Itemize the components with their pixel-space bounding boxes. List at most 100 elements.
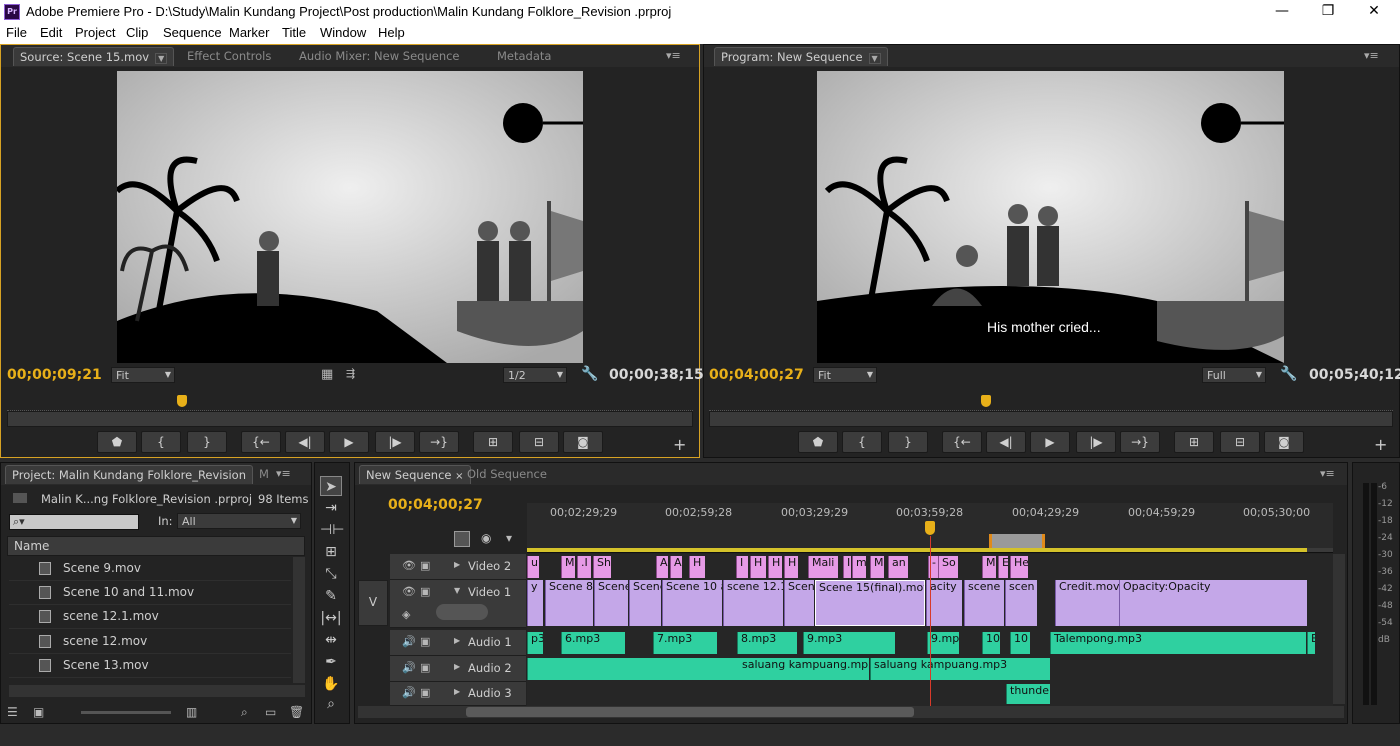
source-fit-dropdown[interactable]: Fit ▼ — [111, 367, 175, 383]
program-playhead[interactable] — [981, 395, 991, 407]
in-filter-dropdown[interactable]: All ▼ — [177, 513, 301, 529]
v2-clip[interactable]: an — [888, 556, 908, 578]
project-horizontal-scrollbar[interactable] — [9, 685, 305, 697]
zoom-tool-icon[interactable]: ⌕ — [320, 694, 342, 714]
a1-clip[interactable]: 6.mp3 — [561, 632, 625, 654]
v2-clip[interactable]: I — [736, 556, 748, 578]
add-button[interactable]: + — [1374, 435, 1387, 454]
play-button[interactable]: ▶ — [1030, 431, 1070, 453]
mark-in-button[interactable]: { — [842, 431, 882, 453]
selection-tool-icon[interactable]: ➤ — [320, 476, 342, 496]
timeline-playhead-handle[interactable] — [925, 521, 935, 535]
slide-tool-icon[interactable]: ⇹ — [320, 630, 342, 650]
v1-clip[interactable]: Scene — [629, 580, 661, 626]
tab-audio-mixer[interactable]: Audio Mixer: New Sequence — [293, 47, 466, 66]
safe-margins-icon[interactable]: ▦ — [321, 367, 333, 382]
program-fit-dropdown[interactable]: Fit ▼ — [813, 367, 877, 383]
expand-triangle-icon[interactable]: ▶ — [454, 560, 460, 569]
v2-clip[interactable]: I — [843, 556, 851, 578]
menu-edit[interactable]: Edit — [40, 25, 62, 40]
v1-opacity-label[interactable]: Opacity:Opacity — [1119, 580, 1307, 626]
menu-clip[interactable]: Clip — [126, 25, 148, 40]
v2-clip[interactable]: Sh — [593, 556, 611, 578]
expand-triangle-icon[interactable]: ▶ — [454, 687, 460, 696]
automate-to-sequence-icon[interactable]: ▥ — [186, 705, 197, 719]
menu-file[interactable]: File — [6, 25, 27, 40]
v1-clip[interactable]: y — [527, 580, 543, 626]
mark-out-button[interactable]: } — [888, 431, 928, 453]
icon-view-icon[interactable]: ▣ — [33, 705, 44, 719]
source-time-ruler[interactable] — [7, 389, 693, 411]
export-frame-button[interactable]: ◙ — [563, 431, 603, 453]
v1-clip[interactable]: scene 12.1 — [723, 580, 783, 626]
v2-clip[interactable]: M — [870, 556, 884, 578]
timeline-horizontal-scrollbar[interactable] — [358, 706, 1344, 718]
wrench-icon[interactable]: 🔧 — [1280, 366, 1297, 382]
v2-clip[interactable]: M — [561, 556, 575, 578]
menu-window[interactable]: Window — [320, 25, 366, 40]
source-patch-v[interactable]: V — [358, 580, 388, 626]
sync-lock-icon[interactable]: ▣ — [420, 635, 430, 648]
v2-clip[interactable]: H — [768, 556, 782, 578]
v1-clip[interactable]: Scene — [594, 580, 628, 626]
export-frame-button[interactable]: ◙ — [1264, 431, 1304, 453]
find-icon[interactable]: ⌕ — [241, 705, 248, 720]
lift-button[interactable]: ⊞ — [1174, 431, 1214, 453]
add-marker-icon[interactable]: ▾ — [506, 531, 512, 545]
slip-tool-icon[interactable]: |↔| — [320, 608, 342, 628]
pen-tool-icon[interactable]: ✒ — [320, 652, 342, 672]
timeline-vertical-scrollbar[interactable] — [1333, 554, 1345, 704]
source-zoom-scrollbar[interactable] — [7, 411, 693, 427]
rate-stretch-tool-icon[interactable]: ⤡ — [320, 564, 342, 584]
close-button[interactable]: ✕ — [1351, 0, 1397, 24]
razor-tool-icon[interactable]: ✎ — [320, 586, 342, 606]
sync-lock-icon[interactable]: ▣ — [420, 661, 430, 674]
zoom-slider[interactable] — [81, 711, 171, 714]
a1-clip[interactable]: 10 — [982, 632, 1000, 654]
v1-clip-selected[interactable]: Scene 15(final).mov — [815, 580, 925, 626]
speaker-icon[interactable]: 🔊 — [402, 635, 416, 648]
menu-help[interactable]: Help — [378, 25, 405, 40]
list-item[interactable]: Scene 9.mov — [9, 557, 291, 581]
keyframe-icon[interactable]: ◈ — [402, 608, 410, 621]
panel-menu-icon[interactable]: ▾≡ — [1364, 49, 1379, 62]
track-select-tool-icon[interactable]: ⇥ — [320, 498, 342, 518]
a2-clip[interactable]: saluang kampuang.mp3 — [527, 658, 869, 680]
add-marker-button[interactable]: ⬟ — [798, 431, 838, 453]
list-view-icon[interactable]: ☰ — [7, 705, 18, 719]
tab-metadata[interactable]: Metadata — [491, 47, 557, 66]
expand-triangle-icon[interactable]: ▶ — [454, 636, 460, 645]
v2-clip[interactable]: m — [852, 556, 866, 578]
search-input[interactable]: ⌕▾ — [9, 514, 139, 530]
play-button[interactable]: ▶ — [329, 431, 369, 453]
step-forward-button[interactable]: |▶ — [375, 431, 415, 453]
a2-clip[interactable]: saluang kampuang.mp3 — [870, 658, 1050, 680]
add-marker-button[interactable]: ⬟ — [97, 431, 137, 453]
project-vertical-scrollbar[interactable] — [293, 557, 305, 683]
v2-clip[interactable]: H — [689, 556, 705, 578]
v1-clip[interactable]: Scene 8. — [545, 580, 593, 626]
a1-clip[interactable]: E — [1307, 632, 1315, 654]
menu-sequence[interactable]: Sequence — [163, 25, 222, 40]
step-back-button[interactable]: ◀| — [285, 431, 325, 453]
v1-clip[interactable]: scene — [964, 580, 1004, 626]
v2-clip[interactable]: A — [656, 556, 668, 578]
go-to-in-button[interactable]: {← — [241, 431, 281, 453]
rolling-edit-tool-icon[interactable]: ⊞ — [320, 542, 342, 562]
ripple-edit-tool-icon[interactable]: ⊣⊢ — [320, 520, 344, 540]
speaker-icon[interactable]: 🔊 — [402, 686, 416, 699]
delete-icon[interactable]: 🗑 — [289, 705, 304, 719]
step-forward-button[interactable]: |▶ — [1076, 431, 1116, 453]
wrench-icon[interactable]: 🔧 — [581, 366, 598, 382]
v1-clip[interactable]: Credit.mov — [1055, 580, 1119, 626]
v2-clip[interactable]: He — [1010, 556, 1028, 578]
tab-old-sequence[interactable]: Old Sequence — [461, 465, 553, 484]
a1-clip[interactable]: p3 — [527, 632, 543, 654]
tab-source[interactable]: Source: Scene 15.mov ▼ — [13, 47, 175, 66]
v2-clip[interactable]: E — [998, 556, 1008, 578]
display-style-toggle[interactable] — [436, 604, 488, 620]
list-item[interactable]: scene 12.1.mov — [9, 605, 291, 629]
v2-clip[interactable]: M — [982, 556, 996, 578]
tab-effect-controls[interactable]: Effect Controls — [181, 47, 277, 66]
scrollbar-thumb[interactable] — [466, 707, 914, 717]
